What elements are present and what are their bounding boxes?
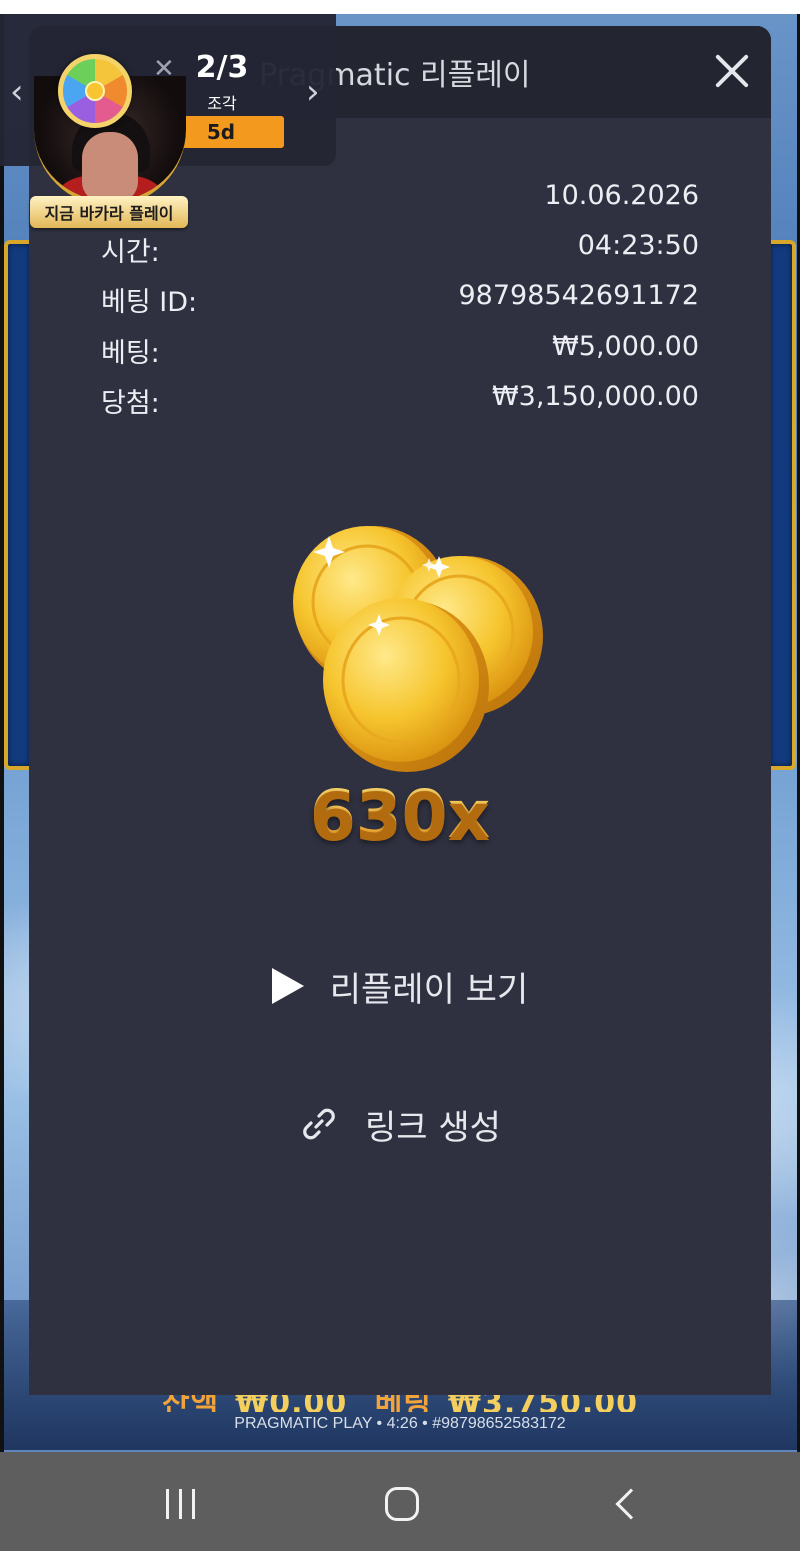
create-link-button[interactable]: 링크 생성 xyxy=(29,1094,771,1154)
watch-replay-label: 리플레이 보기 xyxy=(329,969,529,1010)
piece-label: 조각 xyxy=(207,94,237,113)
reel-frame-left xyxy=(4,240,30,770)
system-nav-bar xyxy=(0,1452,800,1551)
reel-frame-right xyxy=(770,240,796,770)
create-link-label: 링크 생성 xyxy=(365,1107,501,1148)
recents-icon xyxy=(165,1489,195,1519)
link-icon xyxy=(303,1108,335,1140)
play-baccarat-badge[interactable]: 지금 바카라 플레이 xyxy=(30,196,188,228)
info-label: 당첨: xyxy=(101,388,160,419)
gold-coins-icon xyxy=(293,526,543,772)
game-footer: PRAGMATIC PLAY • 4:26 • #98798652583172 xyxy=(234,1415,566,1432)
info-row-date: 10.06.2026 xyxy=(101,180,699,220)
info-row-bet: 베팅: ₩5,000.00 xyxy=(101,331,699,371)
info-value: ₩5,000.00 xyxy=(552,331,699,362)
status-strip xyxy=(0,0,800,14)
win-multiplier: 630x xyxy=(29,776,771,853)
chevron-right-icon[interactable]: › xyxy=(306,72,320,112)
watch-replay-button[interactable]: 리플레이 보기 xyxy=(29,956,771,1016)
info-label: 베팅 ID: xyxy=(101,287,198,318)
date-value: 10.06.2026 xyxy=(544,180,699,211)
avatar-face xyxy=(82,132,138,201)
info-row-win: 당첨: ₩3,150,000.00 xyxy=(101,381,699,421)
prize-wheel-icon[interactable] xyxy=(58,54,132,128)
info-row-bet-id: 베팅 ID: 98798542691172 xyxy=(101,280,699,320)
info-row-time: 시간: 04:23:50 xyxy=(101,230,699,270)
home-button[interactable] xyxy=(372,1474,432,1534)
piece-count: 2/3 xyxy=(195,50,249,85)
home-icon xyxy=(385,1487,419,1521)
close-icon[interactable] xyxy=(709,48,755,94)
info-value: 98798542691172 xyxy=(458,280,700,311)
replay-modal: Pragmatic 리플레이 10.06.2026 시간: 04:23:50 베… xyxy=(29,26,771,1395)
info-label: 베팅: xyxy=(101,338,160,369)
play-icon xyxy=(271,968,304,1004)
recents-button[interactable] xyxy=(150,1474,210,1534)
info-label: 시간: xyxy=(101,237,160,268)
back-icon xyxy=(615,1488,647,1520)
back-button[interactable] xyxy=(596,1474,656,1534)
wheel-hub xyxy=(85,81,105,101)
info-value: ₩3,150,000.00 xyxy=(491,381,699,412)
chevron-left-icon[interactable]: ‹ xyxy=(10,72,24,112)
info-value: 04:23:50 xyxy=(577,230,699,261)
